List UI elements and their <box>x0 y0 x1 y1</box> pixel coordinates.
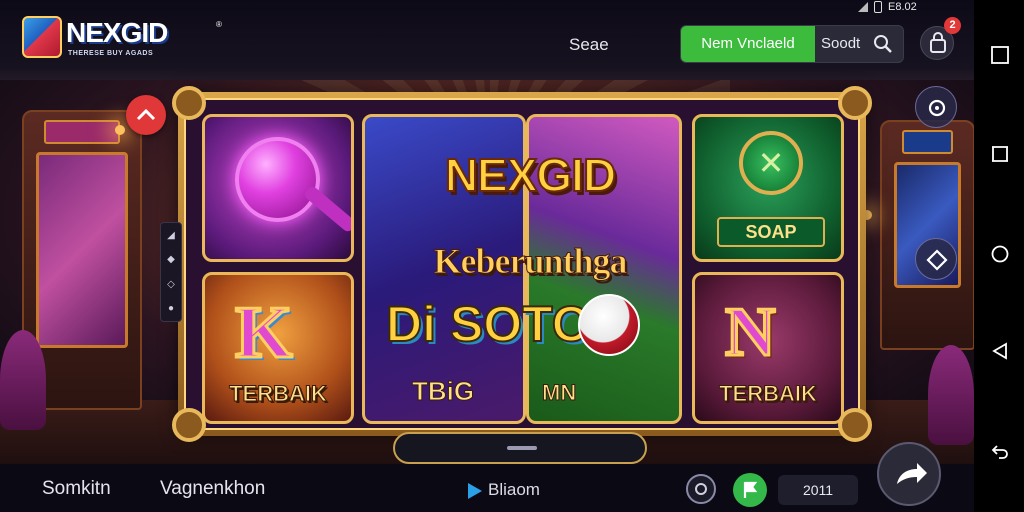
play-icon <box>468 482 482 499</box>
tile-n-letter: N <box>724 293 778 373</box>
corner-ornament <box>172 408 206 442</box>
cta-button[interactable]: Nem Vnclaeld <box>681 26 815 62</box>
signal-icon <box>858 2 868 12</box>
return-icon[interactable] <box>991 442 1009 460</box>
android-nav-bar <box>974 0 1024 512</box>
menu-icon[interactable] <box>991 145 1009 163</box>
banner-title: NEXGID <box>444 148 617 202</box>
gem-icon <box>235 137 320 222</box>
tile-k-label: TERBAIK <box>229 381 328 407</box>
tool-icon[interactable]: ● <box>168 303 174 314</box>
flag-button[interactable] <box>733 473 767 507</box>
brand-name[interactable]: NEXGID <box>66 17 168 49</box>
arrow-icon <box>136 108 156 121</box>
banner-subtitle: Keberunthga <box>433 241 628 282</box>
battery-icon <box>874 1 882 13</box>
banner-slot-line: Di SOTO <box>385 295 592 353</box>
search-bar[interactable]: Nem Vnclaeld Soodt <box>680 25 904 63</box>
tool-icon[interactable]: ◆ <box>167 254 175 265</box>
direction-button[interactable] <box>915 238 957 280</box>
back-button[interactable] <box>126 95 166 135</box>
tile-soap-label: SOAP <box>717 217 825 247</box>
settings-button[interactable] <box>915 86 957 128</box>
arcade-cabinet-right <box>880 120 974 350</box>
app-root: NEXGID ® THERESE BUY AGADS Seae Nem Vncl… <box>0 0 1024 512</box>
flag-icon <box>743 481 758 498</box>
side-toolbar[interactable]: ◢ ◆ ◇ ● <box>160 222 182 322</box>
bottom-link-1[interactable]: Somkitn <box>42 478 111 500</box>
swap-icon <box>928 99 946 117</box>
stool-right <box>928 345 974 445</box>
cart-badge: 2 <box>944 17 961 34</box>
square-icon[interactable] <box>991 46 1009 64</box>
gem-handle <box>302 184 351 234</box>
status-time: E8.02 <box>888 1 917 13</box>
grip-icon <box>507 446 537 450</box>
corner-ornament <box>172 86 206 120</box>
back-icon[interactable] <box>991 342 1009 360</box>
cabinet-screen <box>36 152 128 348</box>
brand-logo-icon[interactable] <box>22 16 62 58</box>
home-icon[interactable] <box>991 245 1009 263</box>
target-icon <box>695 483 707 495</box>
share-button[interactable] <box>877 442 941 506</box>
center-label: TBiG <box>411 376 475 407</box>
corner-ornament <box>838 408 872 442</box>
ball-icon <box>578 294 640 356</box>
registered-mark: ® <box>216 20 222 29</box>
status-bar: E8.02 <box>858 0 917 14</box>
game-banner[interactable]: K TERBAIK ✕ SOAP N TERBAIK NEXGID Keberu… <box>172 86 872 442</box>
tile-soap[interactable]: ✕ SOAP <box>692 114 844 262</box>
top-bar: NEXGID ® THERESE BUY AGADS Seae Nem Vncl… <box>0 0 974 80</box>
nav-link[interactable]: Seae <box>569 35 609 55</box>
coin-icon: ✕ <box>739 131 803 195</box>
cabinet-marquee <box>902 130 953 154</box>
stool-left <box>0 330 46 430</box>
tile-gem[interactable] <box>202 114 354 262</box>
banner-inner: K TERBAIK ✕ SOAP N TERBAIK NEXGID Keberu… <box>172 86 872 442</box>
brand-tagline: THERESE BUY AGADS <box>68 50 154 57</box>
tool-icon[interactable]: ◇ <box>167 279 175 290</box>
search-icon[interactable] <box>873 34 893 54</box>
search-input[interactable]: Soodt <box>821 26 860 62</box>
tile-k-letter: K <box>234 291 295 376</box>
tool-icon[interactable]: ◢ <box>167 230 175 241</box>
bottom-link-2[interactable]: Vagnenkhon <box>160 478 265 500</box>
wall-lamp <box>115 125 125 135</box>
tile-n[interactable]: N TERBAIK <box>692 272 844 424</box>
mn-label: MN <box>541 380 577 406</box>
share-arrow-icon <box>897 463 927 484</box>
tile-n-label: TERBAIK <box>719 381 818 407</box>
tile-k[interactable]: K TERBAIK <box>202 272 354 424</box>
target-button[interactable] <box>686 474 716 504</box>
record-label: Bliaom <box>488 480 540 499</box>
diamond-arrow-icon <box>926 249 948 271</box>
scroll-handle[interactable] <box>393 432 647 464</box>
corner-ornament <box>838 86 872 120</box>
record-button[interactable]: Bliaom <box>468 480 540 500</box>
counter-pill: 2011 <box>778 475 858 505</box>
cabinet-marquee <box>44 120 120 144</box>
